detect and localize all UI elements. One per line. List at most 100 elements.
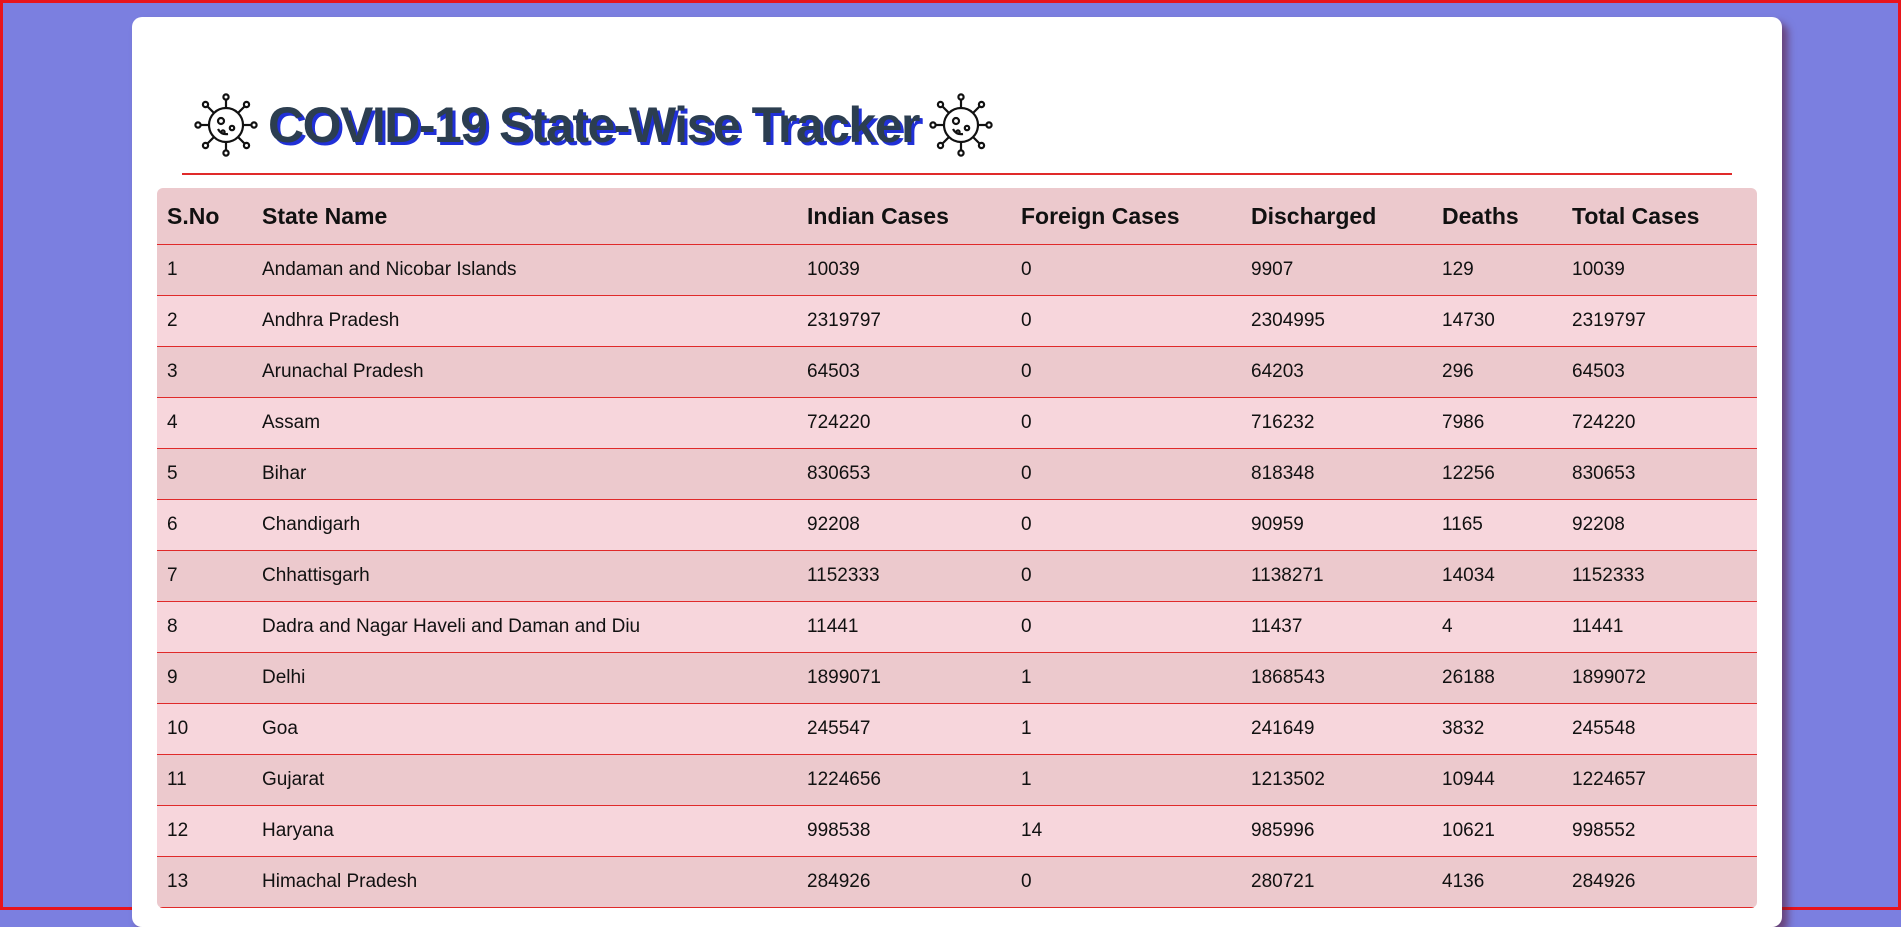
cell-indian-cases: 1899071	[797, 652, 1011, 704]
cell-state-name: Dadra and Nagar Haveli and Daman and Diu	[252, 601, 797, 653]
cell-sno: 8	[157, 601, 252, 653]
cell-state-name: Gujarat	[252, 754, 797, 806]
cell-state-name: Himachal Pradesh	[252, 856, 797, 908]
cell-sno: 9	[157, 652, 252, 704]
cell-discharged: 11437	[1241, 601, 1432, 653]
cell-deaths: 7986	[1432, 397, 1562, 449]
table-row: 7 Chhattisgarh 1152333 0 1138271 14034 1152333	[157, 550, 1757, 602]
table-row: 9 Delhi 1899071 1 1868543 26188 1899072	[157, 652, 1757, 704]
cell-deaths: 129	[1432, 244, 1562, 296]
cell-indian-cases: 2319797	[797, 295, 1011, 347]
page-header: COVID-19 State-Wise Tracker	[182, 77, 1732, 175]
cell-total-cases: 10039	[1562, 244, 1757, 296]
cell-indian-cases: 64503	[797, 346, 1011, 398]
cell-total-cases: 245548	[1562, 703, 1757, 755]
cell-sno: 13	[157, 856, 252, 908]
table-row: 8 Dadra and Nagar Haveli and Daman and Di…	[157, 601, 1757, 653]
table-row: 12 Haryana 998538 14 985996 10621 998552	[157, 805, 1757, 857]
column-header-total-cases: Total Cases	[1562, 188, 1757, 245]
cell-foreign-cases: 0	[1011, 244, 1241, 296]
column-header-indian-cases: Indian Cases	[797, 188, 1011, 245]
table-row: 13 Himachal Pradesh 284926 0 280721 4136 28492…	[157, 856, 1757, 908]
table-row: 5 Bihar 830653 0 818348 12256 830653	[157, 448, 1757, 500]
cell-state-name: Andhra Pradesh	[252, 295, 797, 347]
cell-deaths: 14730	[1432, 295, 1562, 347]
cell-total-cases: 1152333	[1562, 550, 1757, 602]
cell-foreign-cases: 0	[1011, 346, 1241, 398]
cell-deaths: 14034	[1432, 550, 1562, 602]
table-row: 4 Assam 724220 0 716232 7986 724220	[157, 397, 1757, 449]
cell-state-name: Delhi	[252, 652, 797, 704]
cell-state-name: Bihar	[252, 448, 797, 500]
page-title: COVID-19 State-Wise Tracker	[268, 97, 921, 153]
tracker-card: COVID-19 State-Wise Tracker S.No State N…	[132, 17, 1782, 927]
cell-sno: 2	[157, 295, 252, 347]
cell-state-name: Andaman and Nicobar Islands	[252, 244, 797, 296]
cell-foreign-cases: 1	[1011, 652, 1241, 704]
cell-foreign-cases: 14	[1011, 805, 1241, 857]
cell-indian-cases: 724220	[797, 397, 1011, 449]
virus-icon	[929, 93, 993, 157]
cell-deaths: 4	[1432, 601, 1562, 653]
table-row: 11 Gujarat 1224656 1 1213502 10944 1224657	[157, 754, 1757, 806]
column-header-sno: S.No	[157, 188, 252, 245]
table-row: 3 Arunachal Pradesh 64503 0 64203 296 64503	[157, 346, 1757, 398]
column-header-discharged: Discharged	[1241, 188, 1432, 245]
cell-total-cases: 998552	[1562, 805, 1757, 857]
cell-state-name: Arunachal Pradesh	[252, 346, 797, 398]
cell-sno: 6	[157, 499, 252, 551]
cell-discharged: 2304995	[1241, 295, 1432, 347]
cell-total-cases: 64503	[1562, 346, 1757, 398]
cell-sno: 1	[157, 244, 252, 296]
cell-indian-cases: 830653	[797, 448, 1011, 500]
table-row: 6 Chandigarh 92208 0 90959 1165 92208	[157, 499, 1757, 551]
cell-indian-cases: 1152333	[797, 550, 1011, 602]
cell-foreign-cases: 0	[1011, 397, 1241, 449]
cell-foreign-cases: 0	[1011, 856, 1241, 908]
cell-discharged: 1868543	[1241, 652, 1432, 704]
cell-deaths: 296	[1432, 346, 1562, 398]
cell-discharged: 90959	[1241, 499, 1432, 551]
state-table: S.No State Name Indian Cases Foreign Cas…	[157, 188, 1757, 908]
cell-indian-cases: 245547	[797, 703, 1011, 755]
state-table-container[interactable]: S.No State Name Indian Cases Foreign Cas…	[157, 188, 1757, 908]
table-row: 10 Goa 245547 1 241649 3832 245548	[157, 703, 1757, 755]
table-header-row: S.No State Name Indian Cases Foreign Cas…	[157, 188, 1757, 245]
cell-discharged: 985996	[1241, 805, 1432, 857]
cell-foreign-cases: 0	[1011, 499, 1241, 551]
cell-sno: 10	[157, 703, 252, 755]
cell-deaths: 12256	[1432, 448, 1562, 500]
cell-deaths: 3832	[1432, 703, 1562, 755]
cell-foreign-cases: 0	[1011, 448, 1241, 500]
cell-sno: 3	[157, 346, 252, 398]
cell-foreign-cases: 0	[1011, 601, 1241, 653]
cell-sno: 11	[157, 754, 252, 806]
cell-foreign-cases: 1	[1011, 703, 1241, 755]
column-header-deaths: Deaths	[1432, 188, 1562, 245]
cell-indian-cases: 92208	[797, 499, 1011, 551]
cell-total-cases: 724220	[1562, 397, 1757, 449]
cell-total-cases: 284926	[1562, 856, 1757, 908]
cell-indian-cases: 284926	[797, 856, 1011, 908]
cell-indian-cases: 11441	[797, 601, 1011, 653]
cell-discharged: 716232	[1241, 397, 1432, 449]
cell-discharged: 64203	[1241, 346, 1432, 398]
cell-discharged: 241649	[1241, 703, 1432, 755]
cell-indian-cases: 10039	[797, 244, 1011, 296]
cell-state-name: Assam	[252, 397, 797, 449]
cell-state-name: Chhattisgarh	[252, 550, 797, 602]
cell-discharged: 9907	[1241, 244, 1432, 296]
cell-sno: 7	[157, 550, 252, 602]
cell-state-name: Goa	[252, 703, 797, 755]
cell-indian-cases: 1224656	[797, 754, 1011, 806]
cell-total-cases: 830653	[1562, 448, 1757, 500]
cell-indian-cases: 998538	[797, 805, 1011, 857]
virus-icon	[194, 93, 258, 157]
cell-state-name: Haryana	[252, 805, 797, 857]
cell-discharged: 818348	[1241, 448, 1432, 500]
cell-deaths: 26188	[1432, 652, 1562, 704]
cell-deaths: 1165	[1432, 499, 1562, 551]
cell-total-cases: 1899072	[1562, 652, 1757, 704]
cell-state-name: Chandigarh	[252, 499, 797, 551]
cell-total-cases: 2319797	[1562, 295, 1757, 347]
